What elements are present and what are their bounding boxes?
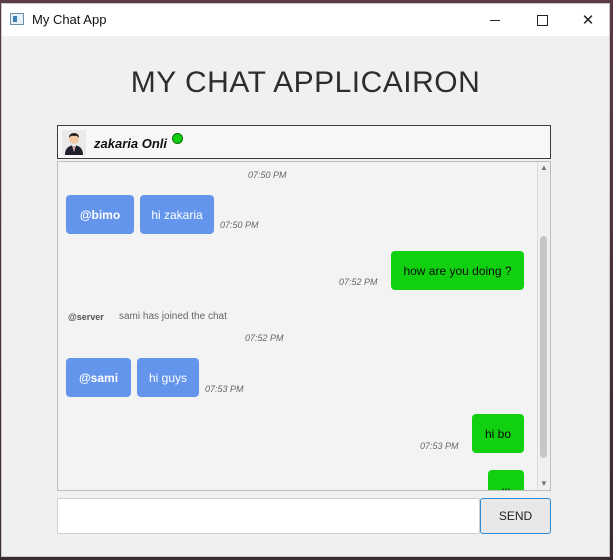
server-message: sami has joined the chat bbox=[119, 311, 227, 322]
minimize-icon bbox=[490, 19, 500, 21]
chat-header: zakaria Onli bbox=[57, 125, 551, 159]
chat-username: zakaria Onli bbox=[94, 136, 167, 151]
message-bubble-sender: @sami bbox=[66, 358, 131, 397]
maximize-icon bbox=[536, 14, 548, 26]
message-time: 07:53 PM bbox=[420, 441, 459, 451]
scroll-down-icon[interactable]: ▼ bbox=[538, 478, 550, 490]
window-title: My Chat App bbox=[32, 12, 107, 27]
scroll-up-icon[interactable]: ▲ bbox=[538, 162, 550, 174]
send-button[interactable]: SEND bbox=[480, 498, 551, 534]
online-status-icon bbox=[172, 133, 183, 144]
server-label: @server bbox=[68, 312, 104, 322]
close-icon: ✕ bbox=[581, 12, 595, 29]
message-time: 07:50 PM bbox=[248, 170, 287, 180]
chat-window: My Chat App ✕ MY CHAT APPLICAIRON zakari… bbox=[1, 3, 610, 557]
message-input[interactable] bbox=[57, 498, 480, 534]
message-time: 07:52 PM bbox=[339, 277, 378, 287]
app-icon bbox=[10, 13, 24, 25]
app-heading: MY CHAT APPLICAIRON bbox=[130, 66, 481, 99]
avatar bbox=[62, 130, 86, 155]
message-bubble-sender: @bimo bbox=[66, 195, 134, 234]
minimize-button[interactable] bbox=[472, 4, 518, 36]
message-bubble-sent: how are you doing ? bbox=[391, 251, 524, 290]
chat-scrollbar[interactable]: ▲ ▼ bbox=[537, 162, 550, 490]
maximize-button[interactable] bbox=[519, 4, 565, 36]
message-list[interactable]: 07:50 PM @bimo hi zakaria 07:50 PM 07:52… bbox=[57, 161, 551, 491]
message-time: 07:52 PM bbox=[245, 333, 284, 343]
message-bubble-received: hi zakaria bbox=[140, 195, 214, 234]
message-bubble-sent: ж bbox=[488, 470, 524, 490]
title-bar[interactable]: My Chat App ✕ bbox=[2, 4, 609, 36]
message-bubble-received: hi guys bbox=[137, 358, 199, 397]
message-time: 07:50 PM bbox=[220, 220, 259, 230]
message-time: 07:53 PM bbox=[205, 384, 244, 394]
close-button[interactable]: ✕ bbox=[565, 4, 611, 36]
scrollbar-thumb[interactable] bbox=[540, 236, 547, 458]
message-bubble-sent: hi bo bbox=[472, 414, 524, 453]
